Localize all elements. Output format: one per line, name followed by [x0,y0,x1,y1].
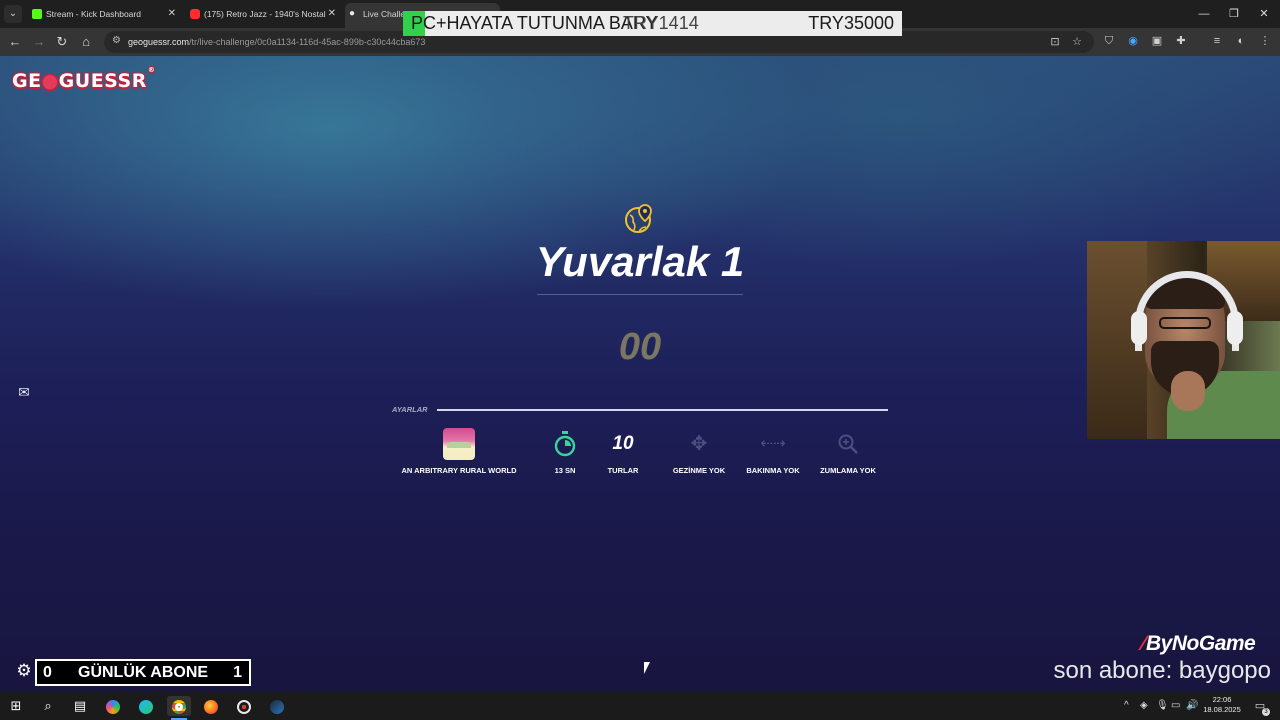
more-menu-icon[interactable]: ⋮ [1257,33,1273,49]
setting-label: BAKINMA YOK [746,466,800,475]
search-icon[interactable]: ⌕ [36,696,60,716]
setting-rounds: 10 TURLAR [603,428,643,475]
forward-arrow-icon[interactable]: → [30,33,48,51]
tab-title: Live Challe [363,9,406,19]
round-title: Yuvarlak 1 [535,238,745,285]
home-icon[interactable]: ⌂ [77,33,95,51]
pan-arrows-icon: ⇠⇢ [760,435,786,452]
webcam-feed [1087,241,1280,439]
round-countdown: 00 [618,326,662,368]
recorder-app-icon[interactable] [232,696,256,716]
close-tab-icon[interactable]: ✕ [328,3,336,25]
install-app-icon[interactable]: ⊡ [1048,35,1062,49]
back-arrow-icon[interactable]: ← [6,33,24,51]
url-text: geoguessr.com/tr/live-challenge/0c0a1134… [128,37,426,47]
task-view-icon[interactable]: ▤ [68,696,92,716]
setting-time-limit: 13 SN [545,428,585,475]
media-queue-icon[interactable]: ≡ [1209,33,1225,49]
windows-start-icon[interactable]: ⊞ [4,696,28,716]
steam-icon[interactable] [265,696,289,716]
close-tab-icon[interactable]: ✕ [168,3,176,25]
profile-avatar-icon[interactable]: ◐ [1233,33,1249,49]
globe-pin-icon [625,204,652,233]
taskbar-clock[interactable]: 22:06 18.08.2025 [1200,695,1244,715]
geoguessr-logo[interactable]: GE●GUESSR® [12,66,155,92]
stopwatch-icon [554,431,576,457]
donation-goal: TRY35000 [808,13,894,33]
close-window-icon[interactable]: ✕ [1248,0,1280,28]
tab-title: Stream - Kick Dashboard [46,9,141,19]
rounds-value: 10 [612,433,634,454]
map-thumbnail [443,428,475,460]
setting-label: TURLAR [607,466,639,475]
chrome-icon[interactable] [167,696,191,720]
setting-label: AN ARBITRARY RURAL WORLD [401,466,517,475]
site-info-icon[interactable]: ⚙ [112,35,121,46]
bynogame-brand: ⁄ByNoGame [1142,632,1256,656]
tab-kick-dashboard[interactable]: Stream - Kick Dashboard ✕ [28,3,180,25]
webcam-hand [1171,371,1205,411]
sub-counter-left: 0 [43,664,52,681]
sub-counter-right: 1 [233,664,242,681]
volume-icon[interactable]: 🔊 [1186,697,1198,715]
tab-retro-jazz[interactable]: (175) Retro Jazz - 1940's Nostal ✕ [186,3,340,25]
chat-feedback-icon[interactable]: ✉ [14,382,34,402]
tab-search-button[interactable]: ⌄ [4,5,22,23]
setting-no-move: ✥ GEZİNME YOK [668,428,730,475]
notifications-icon[interactable]: ▭ 3 [1252,698,1270,716]
restore-icon[interactable]: ❐ [1218,0,1250,28]
mouse-cursor-icon [644,662,650,674]
settings-label: AYARLAR [392,405,428,414]
webcam-headset-right-cup [1227,311,1243,345]
last-subscriber-text: son abone: baygopo [1053,657,1271,684]
setting-no-zoom: ZUMLAMA YOK [816,428,880,475]
setting-label: ZUMLAMA YOK [820,466,876,475]
round-title-underline [537,294,743,295]
donation-message: PC+HAYATA TUTUNMA BARY [411,13,658,33]
kick-favicon-icon [32,9,42,19]
setting-label: 13 SN [554,466,576,475]
tray-overflow-icon[interactable]: ^ [1124,697,1129,715]
bynogame-logo-icon: ⁄ [1142,632,1146,655]
screen-extension-icon[interactable]: ▣ [1149,33,1165,49]
notification-count: 3 [1262,708,1270,716]
zoom-icon [838,434,858,454]
windows-taskbar: ⊞ ⌕ ▤ ^ ◈ 🎙 ▭ 🔊 22:06 18.08.2025 ▭ 3 [0,692,1280,720]
minimize-icon[interactable]: — [1188,0,1220,28]
webcam-headset-left-cup [1131,311,1147,345]
clock-time: 22:06 [1212,695,1232,704]
media-extension-icon[interactable]: ◉ [1125,33,1141,49]
reload-icon[interactable]: ↻ [53,33,71,51]
sub-counter-label: GÜNLÜK ABONE [78,664,209,681]
bookmark-star-icon[interactable]: ☆ [1070,35,1084,49]
daily-sub-counter: 0 GÜNLÜK ABONE 1 [35,659,251,686]
copilot-icon[interactable] [101,696,125,716]
microphone-icon[interactable]: 🎙 [1156,697,1169,715]
clock-date: 18.08.2025 [1203,705,1241,714]
setting-map: AN ARBITRARY RURAL WORLD [398,428,520,475]
youtube-favicon-icon [190,9,200,19]
logo-pin-icon: ● [41,70,59,92]
tab-title: (175) Retro Jazz - 1940's Nostal [204,9,326,19]
donation-current: TRY1414 [623,13,699,33]
setting-no-pan: ⇠⇢ BAKINMA YOK [742,428,804,475]
firefox-icon[interactable] [199,696,223,716]
donation-goal-overlay: PC+HAYATA TUTUNMA BARY TRY1414 TRY35000 [403,11,902,36]
geoguessr-pin-favicon-icon: ● [349,8,356,19]
move-arrows-icon: ✥ [690,433,708,455]
network-icon[interactable]: ▭ [1171,697,1180,715]
edge-icon[interactable] [134,696,158,716]
brand-text: ByNoGame [1146,632,1256,655]
puzzle-extensions-icon[interactable]: ✚ [1173,33,1189,49]
shield-extension-icon[interactable]: ⛉ [1101,33,1117,49]
settings-divider [437,409,888,411]
tray-app-icon[interactable]: ◈ [1140,697,1148,715]
gear-icon[interactable]: ⚙ [14,661,34,681]
setting-label: GEZİNME YOK [672,466,726,475]
